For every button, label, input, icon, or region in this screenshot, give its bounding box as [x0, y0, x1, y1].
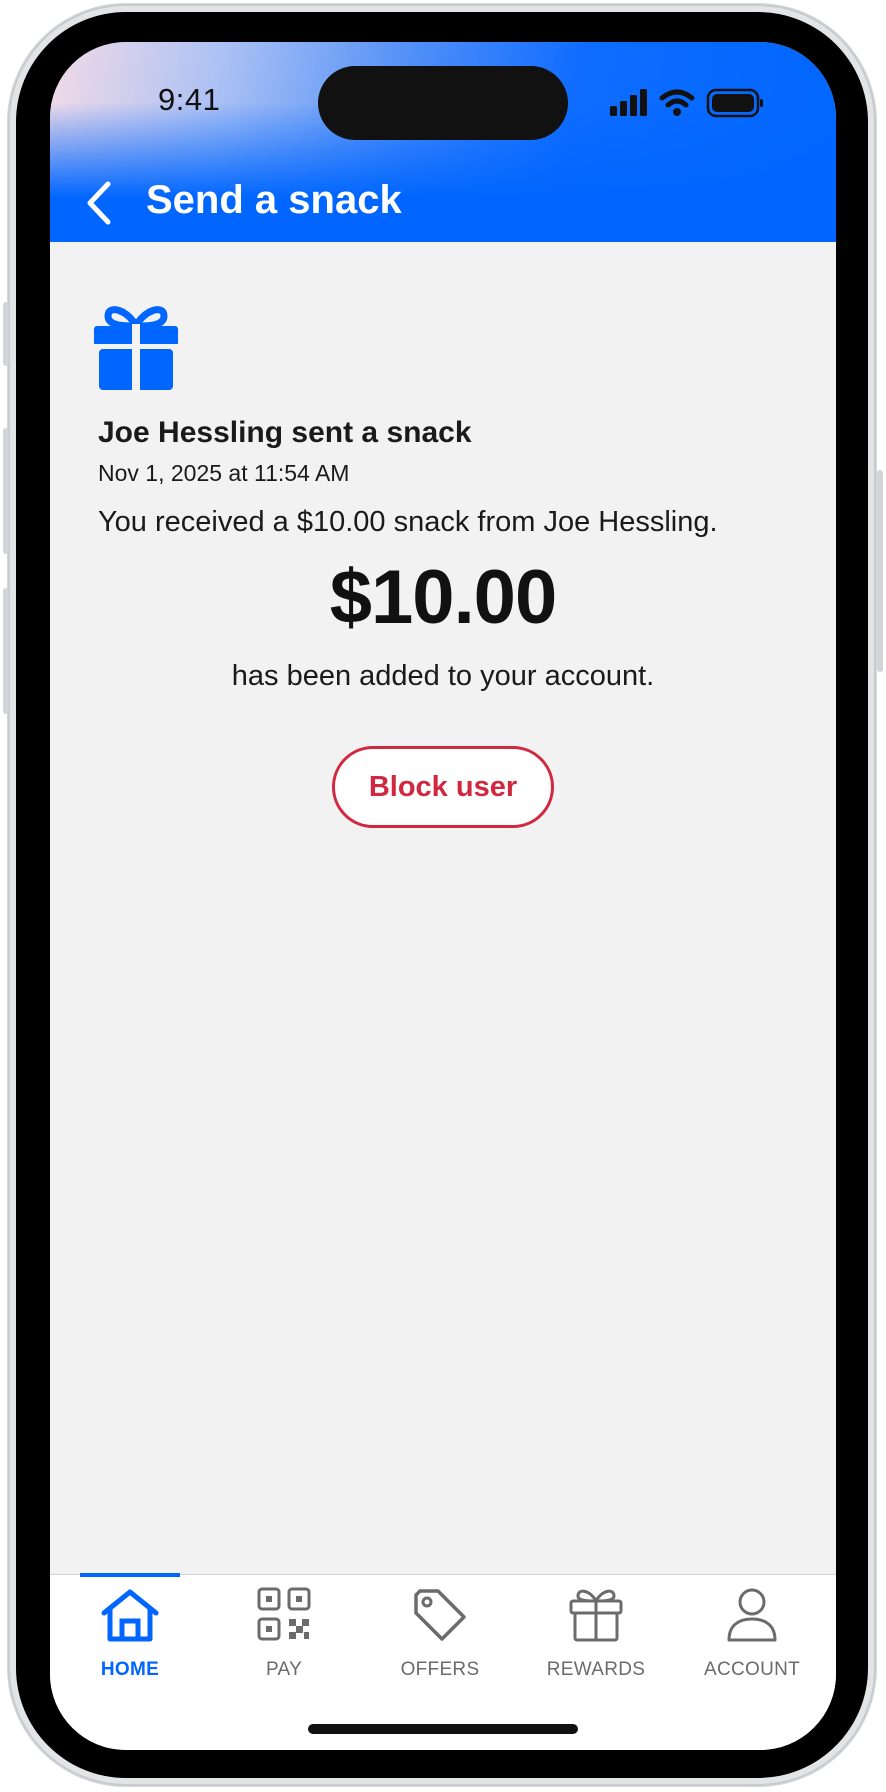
back-button[interactable]	[84, 180, 114, 231]
qr-code-icon	[257, 1587, 311, 1641]
tab-label: REWARDS	[546, 1659, 646, 1680]
gift-icon	[569, 1589, 623, 1642]
added-to-account-text: has been added to your account.	[231, 660, 655, 692]
wifi-icon	[659, 89, 695, 108]
side-button	[3, 428, 9, 554]
chevron-left-icon	[87, 181, 111, 225]
snack-amount: $10.00	[329, 555, 557, 640]
person-icon	[727, 1588, 777, 1642]
tab-rewards[interactable]: REWARDS	[526, 1575, 666, 1695]
event-title: Joe Hessling sent a snack	[98, 416, 472, 449]
tab-label: ACCOUNT	[703, 1659, 801, 1680]
page-title: Send a snack	[146, 178, 402, 222]
block-user-button[interactable]: Block user	[332, 746, 554, 828]
event-description: You received a $10.00 snack from Joe Hes…	[98, 506, 718, 538]
app-screen: 9:41 Send a snack Joe Hessling sent a sn…	[50, 42, 836, 1750]
tab-pay[interactable]: PAY	[214, 1575, 354, 1695]
event-date: Nov 1, 2025 at 11:54 AM	[98, 460, 350, 486]
home-icon	[101, 1589, 159, 1642]
dynamic-island	[318, 66, 568, 140]
tab-home[interactable]: HOME	[60, 1575, 200, 1695]
status-icons	[610, 86, 770, 125]
tab-label: PAY	[265, 1659, 303, 1680]
status-time: 9:41	[158, 82, 221, 117]
side-button	[877, 470, 883, 672]
tab-offers[interactable]: OFFERS	[370, 1575, 510, 1695]
side-button	[3, 302, 9, 366]
signal-icon	[610, 89, 647, 116]
battery-icon	[706, 88, 763, 118]
tab-label: OFFERS	[400, 1659, 480, 1680]
gift-icon	[94, 304, 178, 395]
tab-label: HOME	[100, 1659, 160, 1680]
home-indicator[interactable]	[308, 1724, 578, 1734]
tab-account[interactable]: ACCOUNT	[682, 1575, 822, 1695]
side-button	[3, 588, 9, 714]
tag-icon	[414, 1589, 466, 1641]
